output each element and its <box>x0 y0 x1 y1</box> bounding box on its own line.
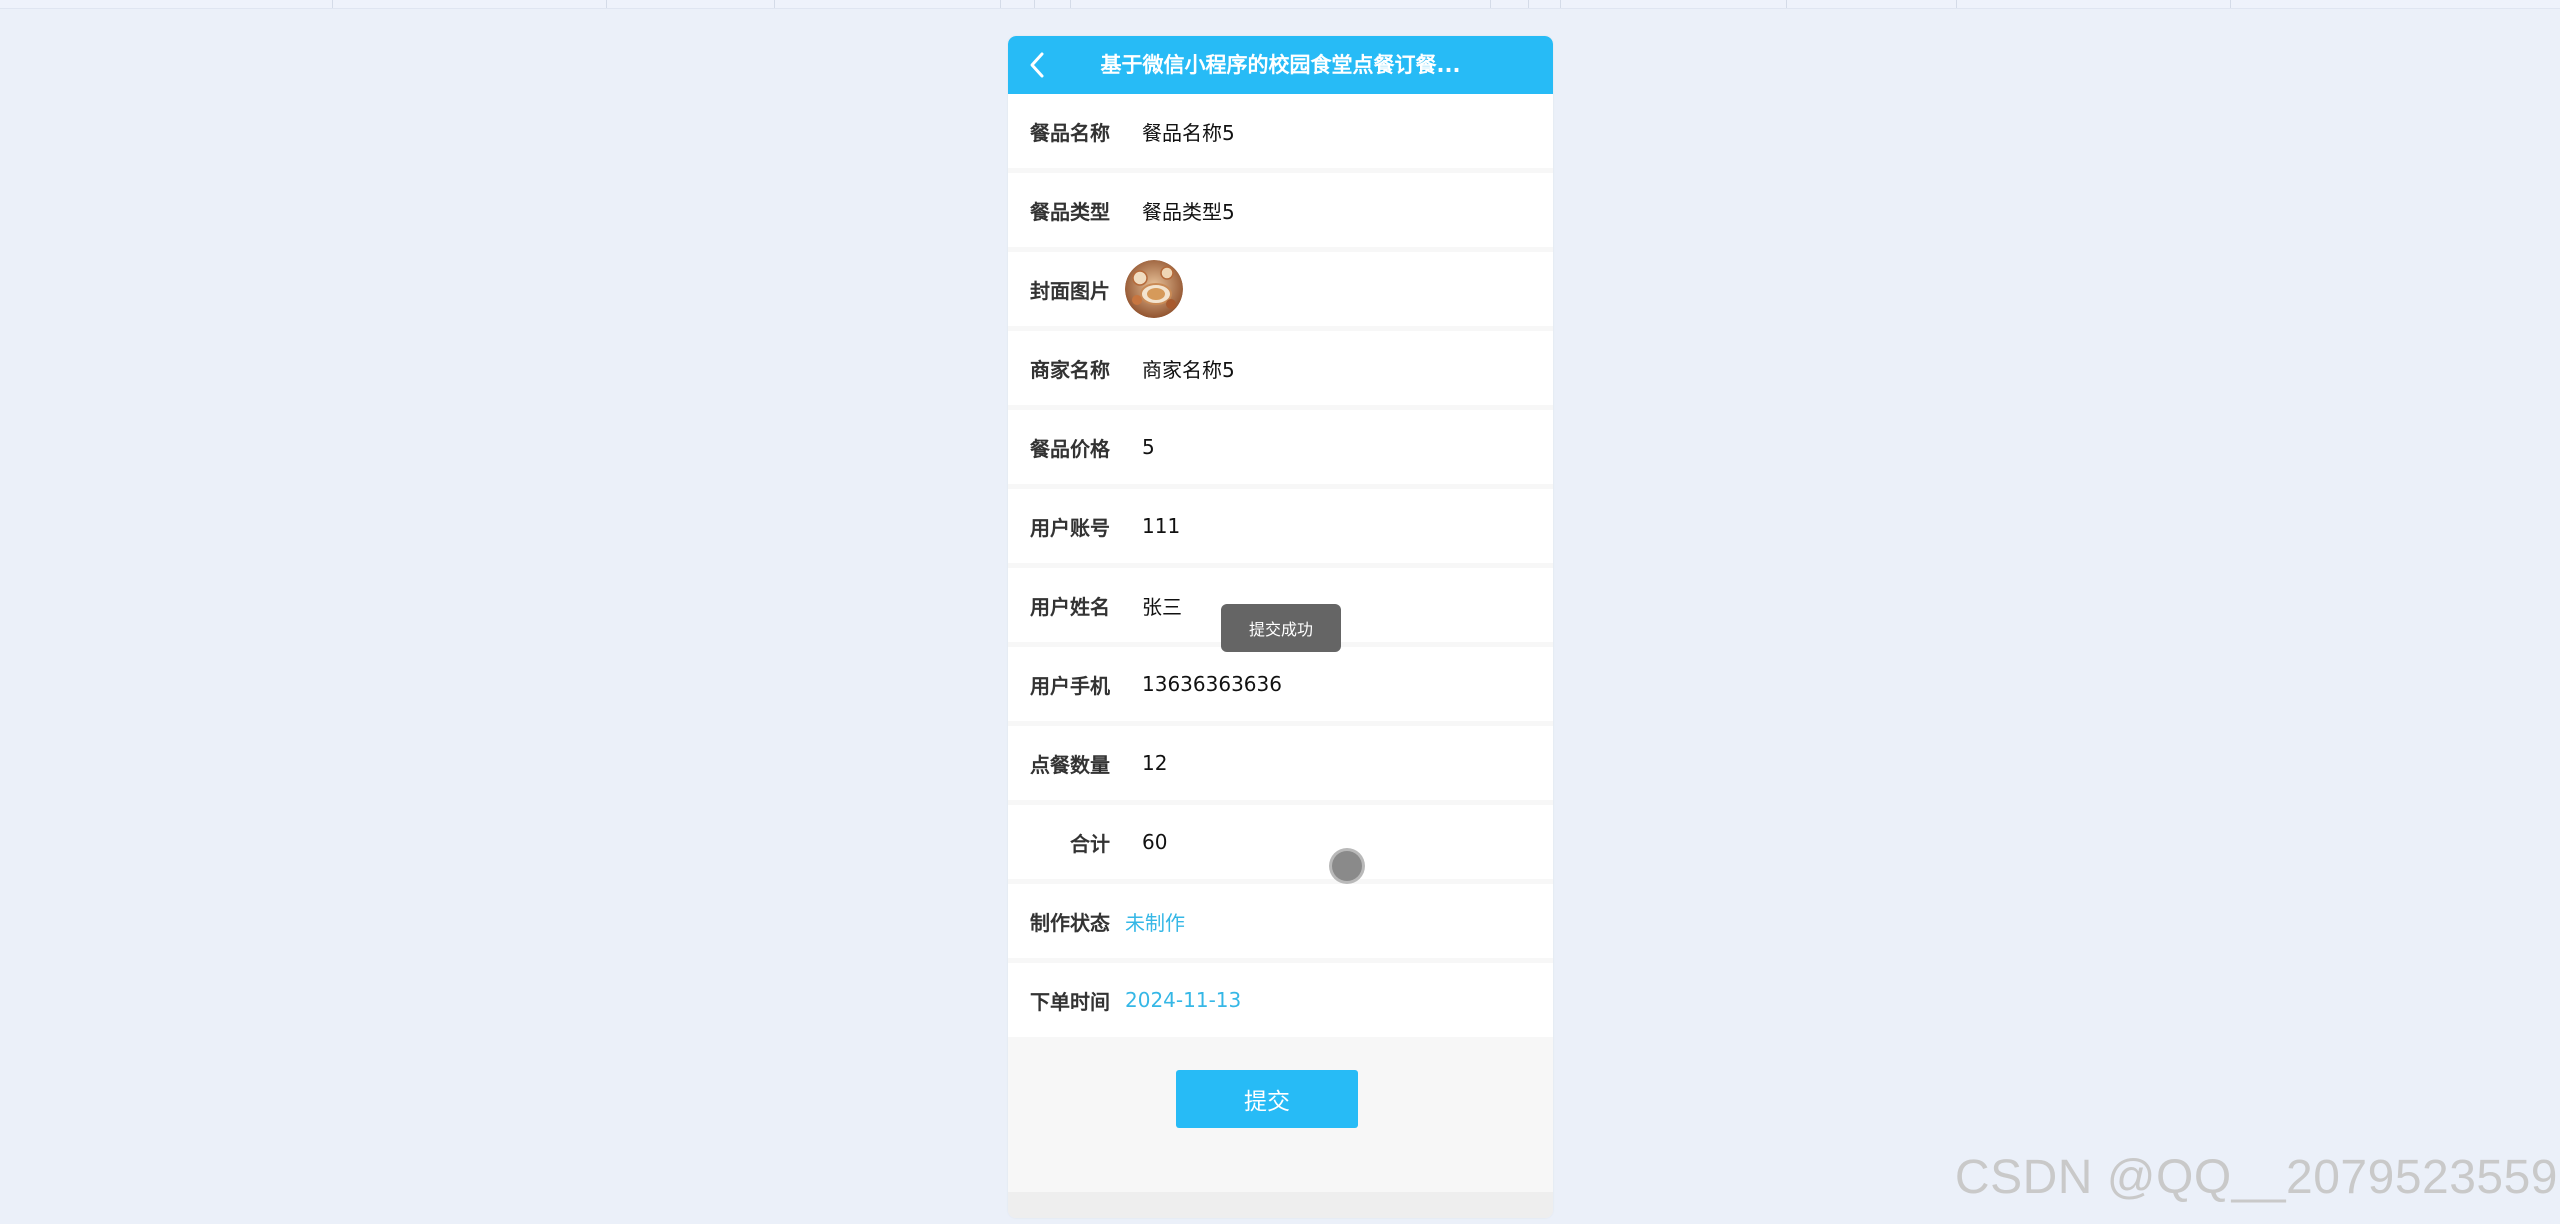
field-label: 餐品类型 <box>1030 199 1110 224</box>
order-time-value[interactable]: 2024-11-13 <box>1125 988 1241 1012</box>
nav-bar: 基于微信小程序的校园食堂点餐订餐... <box>1008 36 1553 94</box>
field-label: 用户账号 <box>1030 515 1110 540</box>
field-label: 点餐数量 <box>1030 752 1110 777</box>
field-value: 13636363636 <box>1142 672 1282 696</box>
field-value: 张三 <box>1142 594 1182 619</box>
field-row-user-phone: 用户手机 13636363636 <box>1008 647 1553 721</box>
field-value: 餐品名称5 <box>1142 120 1235 145</box>
production-status-value[interactable]: 未制作 <box>1125 907 1185 936</box>
page: 基于微信小程序的校园食堂点餐订餐... 餐品名称 餐品名称5 餐品类型 餐品类型… <box>0 0 2560 1224</box>
chevron-left-icon <box>1030 52 1044 78</box>
field-value: 餐品类型5 <box>1142 199 1235 224</box>
field-row-cover-image: 封面图片 <box>1008 252 1553 326</box>
field-value: 商家名称5 <box>1142 357 1235 382</box>
order-detail-form: 餐品名称 餐品名称5 餐品类型 餐品类型5 封面图片 商家名称 商家名称5 餐品… <box>1008 94 1553 1042</box>
toast-message: 提交成功 <box>1221 604 1341 652</box>
field-row-production-status: 制作状态 未制作 <box>1008 884 1553 958</box>
floating-touch-dot[interactable] <box>1332 851 1362 881</box>
field-label: 餐品名称 <box>1030 120 1110 145</box>
field-label: 用户手机 <box>1030 673 1110 698</box>
field-label: 餐品价格 <box>1030 436 1110 461</box>
field-value: 111 <box>1142 514 1181 538</box>
field-row-total: 合计 60 <box>1008 805 1553 879</box>
field-label: 下单时间 <box>1030 989 1110 1014</box>
phone-bottom-bar <box>1008 1192 1553 1218</box>
top-header-strip <box>0 0 2560 9</box>
field-value: 12 <box>1142 751 1168 775</box>
field-row-meal-type: 餐品类型 餐品类型5 <box>1008 173 1553 247</box>
field-row-user-account: 用户账号 111 <box>1008 489 1553 563</box>
back-button[interactable] <box>1018 45 1058 85</box>
submit-button[interactable]: 提交 <box>1176 1070 1358 1128</box>
field-value: 60 <box>1142 830 1168 854</box>
page-title: 基于微信小程序的校园食堂点餐订餐... <box>1100 53 1461 77</box>
field-row-order-time: 下单时间 2024-11-13 <box>1008 963 1553 1037</box>
field-row-meal-price: 餐品价格 5 <box>1008 410 1553 484</box>
cover-image[interactable] <box>1125 260 1183 318</box>
submit-area: 提交 <box>1008 1040 1553 1192</box>
field-label: 制作状态 <box>1030 910 1110 935</box>
field-label: 用户姓名 <box>1030 594 1110 619</box>
field-label: 商家名称 <box>1030 357 1110 382</box>
field-label: 合计 <box>1070 831 1110 856</box>
field-value: 5 <box>1142 435 1155 459</box>
watermark: CSDN @QQ__2079523559 <box>1954 1151 2558 1204</box>
field-row-merchant-name: 商家名称 商家名称5 <box>1008 331 1553 405</box>
field-row-meal-name: 餐品名称 餐品名称5 <box>1008 94 1553 168</box>
field-row-order-quantity: 点餐数量 12 <box>1008 726 1553 800</box>
field-label: 封面图片 <box>1030 278 1110 303</box>
